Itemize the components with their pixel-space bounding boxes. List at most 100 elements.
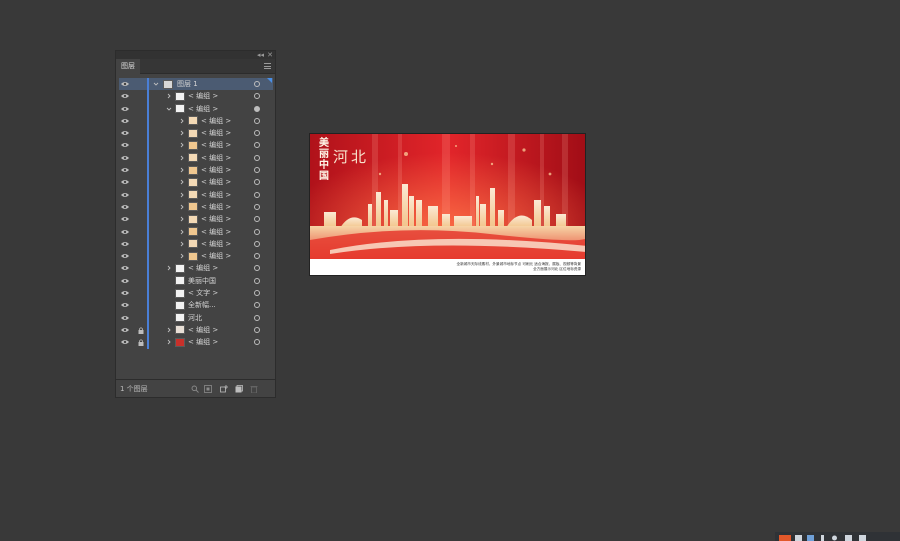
new-layer-icon[interactable]: [235, 385, 243, 393]
layer-name[interactable]: < 编组 >: [188, 90, 218, 102]
layer-row[interactable]: 美丽中国: [119, 274, 273, 288]
panel-title-bar[interactable]: ◂◂ ✕: [116, 51, 275, 59]
layer-row[interactable]: < 编组 >: [119, 176, 273, 189]
visibility-eye-icon[interactable]: [121, 253, 129, 259]
visibility-eye-icon[interactable]: [121, 327, 129, 333]
search-icon[interactable]: [191, 385, 199, 393]
chevron-right-icon[interactable]: [179, 130, 185, 136]
visibility-eye-icon[interactable]: [121, 229, 129, 235]
visibility-eye-icon[interactable]: [121, 179, 129, 185]
target-circle-icon[interactable]: [254, 228, 260, 235]
chevron-right-icon[interactable]: [179, 216, 185, 222]
layer-row[interactable]: < 编组 >: [119, 225, 273, 238]
layer-name[interactable]: < 编组 >: [201, 226, 231, 238]
settings-icon[interactable]: [831, 535, 838, 541]
chevron-right-icon[interactable]: [166, 265, 172, 271]
close-panel-button[interactable]: ✕: [267, 51, 273, 59]
target-circle-icon[interactable]: [254, 326, 260, 333]
lock-icon[interactable]: [138, 339, 144, 347]
visibility-eye-icon[interactable]: [121, 81, 129, 87]
target-circle-icon[interactable]: [254, 142, 260, 149]
layer-name[interactable]: 全新幅...: [188, 299, 216, 311]
lock-icon[interactable]: [138, 327, 144, 334]
visibility-eye-icon[interactable]: [121, 192, 129, 198]
clipping-mask-icon[interactable]: [204, 385, 212, 393]
chevron-right-icon[interactable]: [179, 253, 185, 259]
visibility-eye-icon[interactable]: [121, 167, 129, 173]
shirt-icon[interactable]: [845, 535, 852, 541]
tab-layers[interactable]: 图层: [116, 59, 140, 74]
chevron-right-icon[interactable]: [179, 192, 185, 198]
target-circle-icon[interactable]: [254, 290, 260, 297]
layer-row[interactable]: < 编组 >: [119, 127, 273, 140]
chevron-right-icon[interactable]: [179, 142, 185, 148]
target-circle-icon[interactable]: [254, 105, 260, 112]
target-circle-icon[interactable]: [254, 130, 260, 137]
chevron-right-icon[interactable]: [179, 229, 185, 235]
visibility-eye-icon[interactable]: [121, 130, 129, 136]
target-circle-icon[interactable]: [254, 265, 260, 272]
chevron-right-icon[interactable]: [179, 167, 185, 173]
visibility-eye-icon[interactable]: [121, 265, 129, 271]
layer-name[interactable]: 河北: [188, 312, 202, 324]
target-circle-icon[interactable]: [254, 277, 260, 284]
layer-name[interactable]: < 文字 >: [188, 287, 218, 299]
visibility-eye-icon[interactable]: [121, 216, 129, 222]
layer-name[interactable]: < 编组 >: [201, 189, 231, 201]
layer-name[interactable]: < 编组 >: [201, 127, 231, 139]
target-circle-icon[interactable]: [254, 240, 260, 247]
chevron-right-icon[interactable]: [179, 241, 185, 247]
panel-menu-icon[interactable]: [264, 63, 271, 69]
layer-name[interactable]: < 编组 >: [201, 213, 231, 225]
chevron-down-icon[interactable]: [153, 81, 159, 87]
artboard[interactable]: 美丽中国 河北 全新城市天际线素材，外景城市地标节点 可刷元 适合海报、展板、视…: [309, 133, 586, 276]
layer-name[interactable]: < 编组 >: [188, 103, 218, 115]
target-circle-icon[interactable]: [254, 154, 260, 161]
visibility-eye-icon[interactable]: [121, 93, 129, 99]
layer-row[interactable]: 全新幅...: [119, 299, 273, 312]
layer-name[interactable]: < 编组 >: [188, 324, 218, 336]
layer-row[interactable]: < 编组 >: [119, 151, 273, 165]
target-circle-icon[interactable]: [254, 253, 260, 260]
keyboard-icon[interactable]: [795, 535, 802, 541]
chevron-right-icon[interactable]: [166, 339, 172, 345]
visibility-eye-icon[interactable]: [121, 290, 129, 296]
collapse-panel-button[interactable]: ◂◂: [257, 51, 264, 59]
layer-row[interactable]: < 编组 >: [119, 323, 273, 337]
visibility-eye-icon[interactable]: [121, 118, 129, 124]
app-icon[interactable]: [779, 535, 791, 541]
visibility-eye-icon[interactable]: [121, 142, 129, 148]
target-circle-icon[interactable]: [254, 81, 260, 87]
layer-row[interactable]: < 编组 >: [119, 102, 273, 115]
layer-row[interactable]: < 编组 >: [119, 250, 273, 263]
visibility-eye-icon[interactable]: [121, 278, 129, 284]
microphone-icon[interactable]: [819, 535, 826, 541]
layer-row[interactable]: < 编组 >: [119, 164, 273, 177]
layer-row[interactable]: < 编组 >: [119, 336, 273, 349]
target-circle-icon[interactable]: [254, 302, 260, 309]
chevron-right-icon[interactable]: [166, 93, 172, 99]
visibility-eye-icon[interactable]: [121, 155, 129, 161]
delete-layer-icon[interactable]: [250, 385, 258, 393]
layer-row[interactable]: 河北: [119, 311, 273, 324]
chevron-down-icon[interactable]: [166, 106, 172, 112]
layer-row[interactable]: < 编组 >: [119, 114, 273, 128]
visibility-eye-icon[interactable]: [121, 302, 129, 308]
target-circle-icon[interactable]: [254, 117, 260, 124]
layer-name[interactable]: < 编组 >: [201, 152, 231, 164]
chevron-right-icon[interactable]: [166, 327, 172, 333]
network-icon[interactable]: [807, 535, 814, 541]
layer-row[interactable]: < 编组 >: [119, 139, 273, 152]
layer-name[interactable]: 美丽中国: [188, 275, 216, 287]
layer-row[interactable]: < 编组 >: [119, 188, 273, 201]
target-circle-icon[interactable]: [254, 314, 260, 321]
visibility-eye-icon[interactable]: [121, 204, 129, 210]
visibility-eye-icon[interactable]: [121, 315, 129, 321]
layer-name[interactable]: < 编组 >: [201, 176, 231, 188]
chevron-right-icon[interactable]: [179, 118, 185, 124]
visibility-eye-icon[interactable]: [121, 106, 129, 112]
target-circle-icon[interactable]: [254, 216, 260, 223]
layer-name[interactable]: < 编组 >: [188, 336, 218, 348]
layer-name[interactable]: < 编组 >: [201, 164, 231, 176]
visibility-eye-icon[interactable]: [121, 241, 129, 247]
